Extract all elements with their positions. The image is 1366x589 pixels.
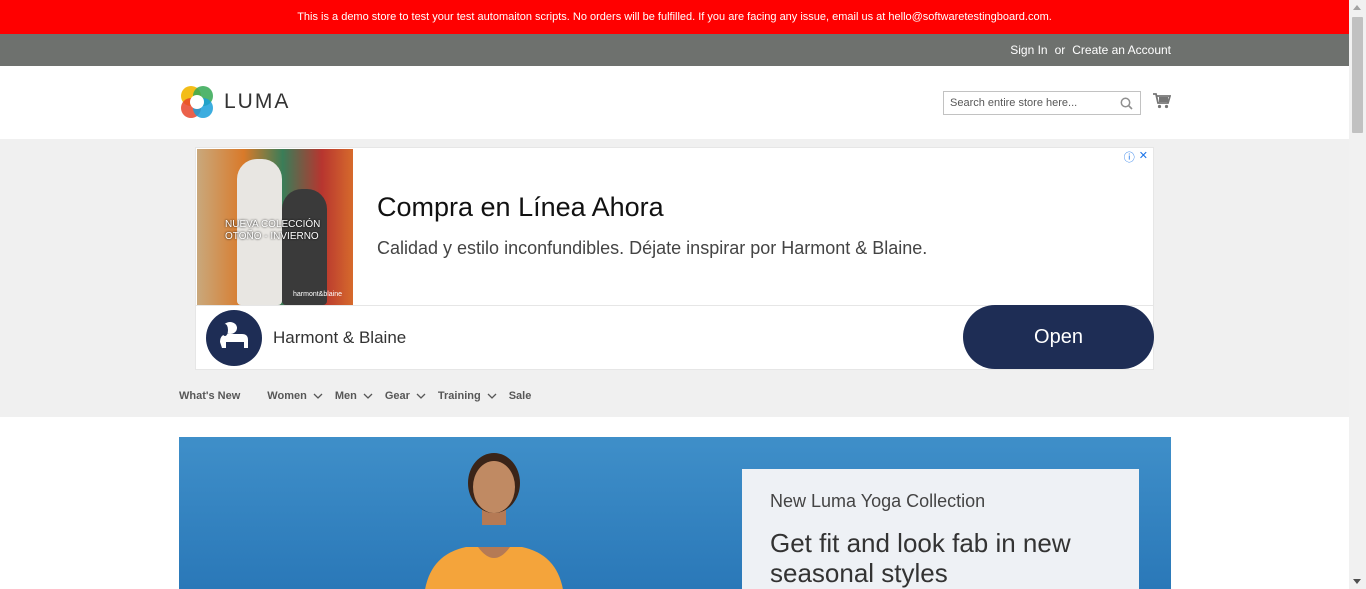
nav-item-training[interactable]: Training bbox=[438, 390, 497, 402]
sign-in-link[interactable]: Sign In bbox=[1010, 43, 1047, 57]
page-scrollbar[interactable] bbox=[1349, 0, 1366, 589]
demo-notice-banner: This is a demo store to test your test a… bbox=[0, 0, 1349, 34]
search-icon[interactable] bbox=[1120, 97, 1133, 115]
scroll-up-arrow-icon[interactable] bbox=[1353, 5, 1361, 10]
create-account-link[interactable]: Create an Account bbox=[1072, 43, 1171, 57]
nav-item-label: Gear bbox=[384, 390, 410, 402]
hero-banner[interactable]: New Luma Yoga Collection Get fit and loo… bbox=[179, 437, 1171, 589]
ad-headline[interactable]: Compra en Línea Ahora bbox=[377, 192, 664, 223]
chevron-down-icon bbox=[313, 393, 323, 399]
or-separator: or bbox=[1054, 43, 1066, 57]
ad-open-button[interactable]: Open bbox=[963, 305, 1154, 369]
header-panel: Sign In or Create an Account bbox=[0, 34, 1349, 66]
nav-item-gear[interactable]: Gear bbox=[385, 390, 426, 402]
hero-promo-card: New Luma Yoga Collection Get fit and loo… bbox=[742, 469, 1139, 589]
hero-model-image bbox=[425, 453, 563, 589]
nav-item-sale[interactable]: Sale bbox=[509, 390, 532, 402]
ad-info-icon[interactable]: ⓘ bbox=[1124, 149, 1135, 165]
nav-item-men[interactable]: Men bbox=[335, 390, 373, 402]
ad-controls: ⓘ ✕ bbox=[1124, 149, 1148, 165]
cart-icon[interactable] bbox=[1153, 93, 1172, 114]
hero-subtitle: New Luma Yoga Collection bbox=[770, 491, 986, 511]
nav-item-label: Men bbox=[334, 390, 357, 402]
ad-image[interactable]: NUEVA COLECCIÓN OTOÑO - INVIERNO harmont… bbox=[197, 149, 353, 305]
demo-notice-text: This is a demo store to test your test a… bbox=[297, 11, 1052, 23]
luma-logo[interactable]: LUMA bbox=[179, 84, 290, 120]
header-links: Sign In or Create an Account bbox=[1010, 43, 1171, 57]
hero-title: Get fit and look fab in new seasonal sty… bbox=[770, 528, 1071, 588]
logo-text: LUMA bbox=[224, 90, 291, 113]
main-navigation: What's New Women Men Gear Training Sale bbox=[179, 390, 558, 402]
ad-model-figure bbox=[282, 189, 327, 305]
ad-image-brand: harmont&blaine bbox=[293, 291, 343, 298]
nav-item-women[interactable]: Women bbox=[267, 390, 323, 402]
ad-close-icon[interactable]: ✕ bbox=[1139, 149, 1148, 165]
nav-item-label: Sale bbox=[508, 390, 532, 402]
nav-item-whats-new[interactable]: What's New bbox=[179, 390, 240, 402]
luma-logo-icon bbox=[181, 86, 213, 118]
advertisement[interactable]: NUEVA COLECCIÓN OTOÑO - INVIERNO harmont… bbox=[195, 147, 1154, 370]
chevron-down-icon bbox=[416, 393, 426, 399]
scroll-down-arrow-icon[interactable] bbox=[1353, 579, 1361, 584]
advertiser-logo[interactable] bbox=[206, 310, 262, 366]
ad-description: Calidad y estilo inconfundibles. Déjate … bbox=[377, 238, 928, 258]
header-content: LUMA bbox=[0, 66, 1349, 139]
scrollbar-thumb[interactable] bbox=[1352, 17, 1363, 133]
nav-item-label: What's New bbox=[179, 390, 241, 402]
chevron-down-icon bbox=[487, 393, 497, 399]
nav-item-label: Women bbox=[267, 390, 307, 402]
nav-item-label: Training bbox=[437, 390, 481, 402]
search-input[interactable] bbox=[944, 92, 1126, 114]
ad-image-caption: NUEVA COLECCIÓN OTOÑO - INVIERNO bbox=[225, 219, 321, 242]
chevron-down-icon bbox=[363, 393, 373, 399]
advertiser-name[interactable]: Harmont & Blaine bbox=[273, 328, 406, 348]
dog-icon bbox=[220, 322, 248, 348]
search-box bbox=[943, 91, 1141, 115]
